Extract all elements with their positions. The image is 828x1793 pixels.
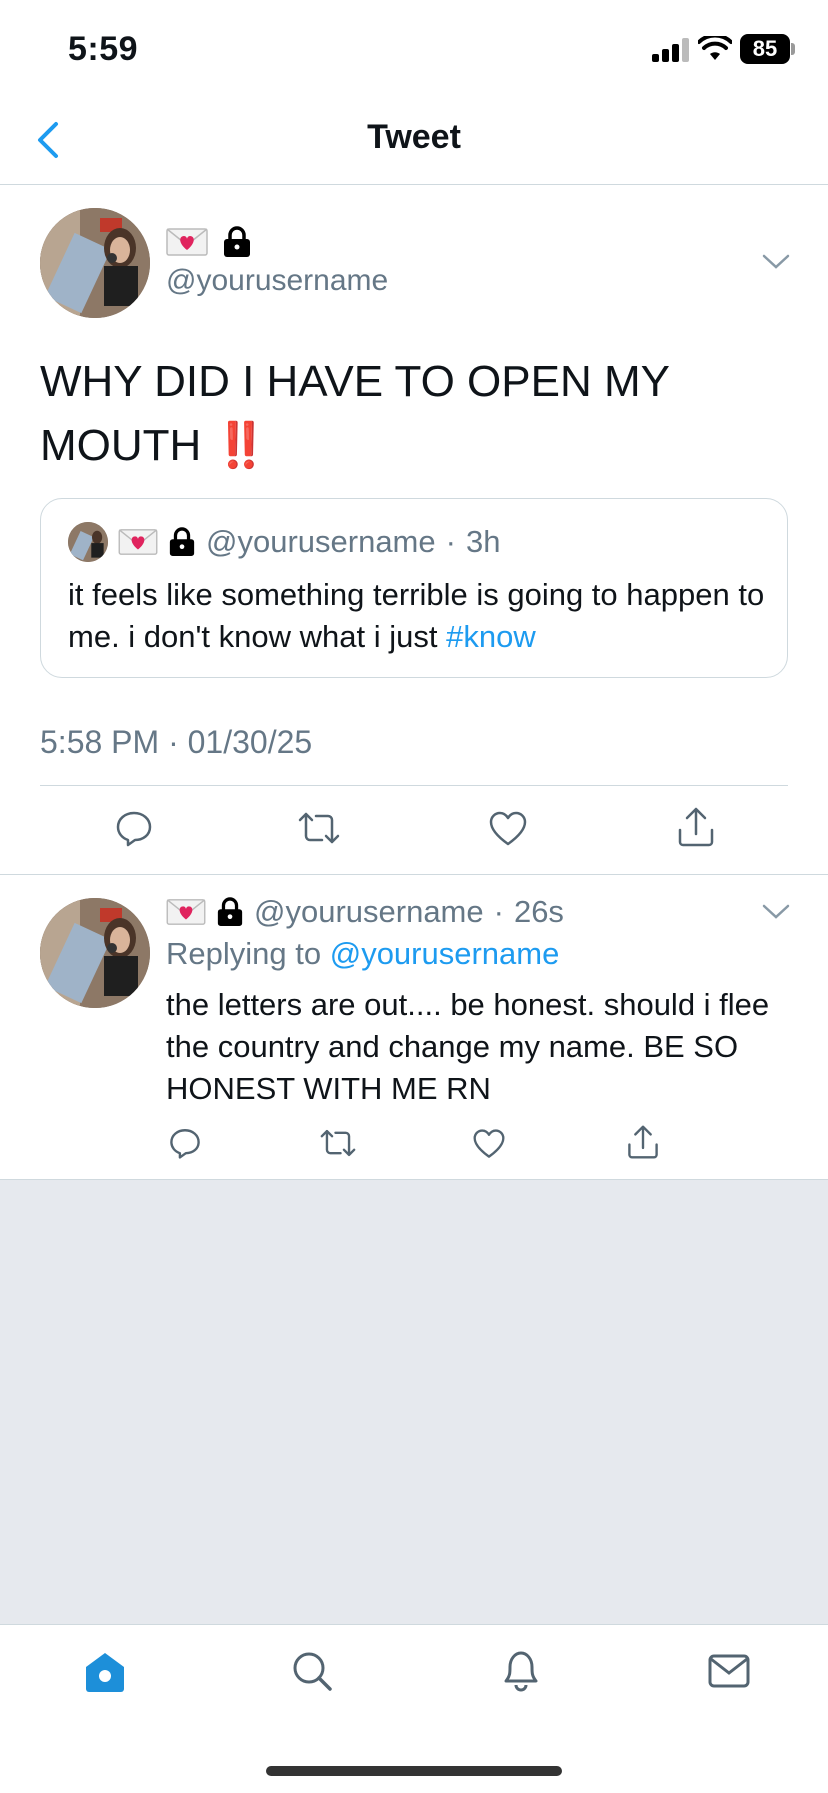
like-icon: [489, 811, 527, 846]
reply-reply-button[interactable]: [168, 1126, 202, 1160]
quoted-avatar: [68, 522, 108, 562]
reply-more-options-button[interactable]: [760, 902, 792, 922]
quoted-age: 3h: [465, 524, 501, 559]
username[interactable]: @yourusername: [166, 264, 388, 298]
lock-icon: [217, 897, 243, 926]
retweet-icon: [320, 1129, 356, 1157]
tweet-timestamp: 5:58 PM · 01/30/25: [40, 724, 313, 760]
actions-divider: [0, 874, 828, 875]
reply-like-button[interactable]: [472, 1128, 506, 1160]
timestamp-divider: [40, 785, 788, 786]
tab-home[interactable]: [82, 1649, 128, 1695]
battery-icon: 85: [740, 34, 790, 64]
chevron-down-icon: [762, 904, 790, 919]
share-icon: [678, 807, 714, 847]
quoted-tweet-text: it feels like something terrible is goin…: [68, 574, 768, 658]
status-time: 5:59: [68, 30, 139, 68]
chevron-down-icon: [762, 254, 790, 269]
replying-to-handle[interactable]: @yourusername: [330, 936, 560, 971]
love-letter-icon: [166, 899, 206, 925]
reply-icon: [170, 1129, 200, 1159]
quoted-body: it feels like something terrible is goin…: [68, 577, 765, 654]
reply-age: 26s: [513, 894, 564, 929]
retweet-button[interactable]: [296, 808, 342, 848]
search-icon: [293, 1652, 332, 1691]
battery-level: 85: [752, 36, 778, 61]
empty-feed-area: [0, 1180, 828, 1624]
reply-retweet-button[interactable]: [318, 1126, 358, 1160]
reply-avatar[interactable]: [40, 898, 150, 1008]
display-name: [166, 224, 252, 260]
tab-notifications[interactable]: [500, 1647, 542, 1693]
header-divider: [0, 184, 828, 185]
lock-icon: [169, 527, 195, 556]
double-exclamation: ‼️: [213, 421, 269, 470]
reply-button[interactable]: [114, 808, 154, 848]
separator-dot: ·: [445, 524, 456, 559]
battery-tip: [791, 43, 795, 55]
lock-icon: [224, 226, 250, 257]
reply-header: @yourusername · 26s: [166, 894, 564, 930]
replying-to: Replying to @yourusername: [166, 936, 559, 972]
quoted-tweet-header: @yourusername · 3h: [68, 522, 500, 562]
like-icon: [473, 1129, 505, 1158]
home-indicator[interactable]: [266, 1766, 562, 1776]
reply-share-button[interactable]: [626, 1124, 660, 1160]
replying-to-label: Replying to: [166, 936, 322, 971]
share-icon: [628, 1125, 658, 1159]
signal-icon: [652, 38, 689, 62]
avatar[interactable]: [40, 208, 150, 318]
separator-dot: ·: [493, 894, 504, 929]
retweet-icon: [298, 812, 340, 844]
hashtag-link[interactable]: #know: [446, 619, 536, 654]
tweet-text: WHY DID I HAVE TO OPEN MY MOUTH ‼️: [40, 350, 800, 478]
tweet-body: WHY DID I HAVE TO OPEN MY MOUTH: [40, 357, 670, 470]
page-title: Tweet: [367, 118, 461, 156]
reply-username[interactable]: @yourusername: [254, 894, 484, 930]
love-letter-icon: [118, 529, 158, 555]
love-letter-icon: [166, 228, 208, 256]
wifi-icon: [697, 33, 733, 62]
tab-messages[interactable]: [708, 1653, 750, 1689]
like-button[interactable]: [488, 810, 528, 848]
share-button[interactable]: [676, 806, 716, 848]
tab-search[interactable]: [290, 1649, 334, 1693]
notifications-icon: [504, 1651, 538, 1692]
home-icon: [86, 1653, 124, 1692]
messages-icon: [708, 1654, 750, 1688]
reply-text: the letters are out.... be honest. shoul…: [166, 987, 770, 1106]
quoted-username: @yourusername: [206, 524, 436, 559]
reply-icon: [116, 811, 152, 847]
more-options-button[interactable]: [760, 252, 792, 272]
